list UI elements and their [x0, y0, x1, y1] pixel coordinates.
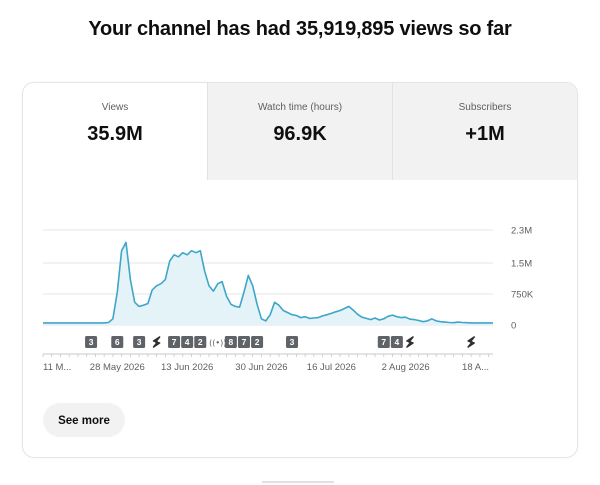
video-count-label: 8: [228, 337, 233, 347]
y-tick-label: 1.5M: [511, 259, 532, 270]
x-tick-label: 16 Jul 2026: [307, 362, 356, 373]
video-count-label: 7: [172, 337, 177, 347]
views-line: [43, 241, 493, 324]
tab-watch-time-label: Watch time (hours): [257, 102, 343, 113]
x-tick-label: 13 Jun 2026: [161, 362, 213, 373]
see-more-button[interactable]: See more: [43, 403, 125, 437]
metric-tabs: Views 35.9M Watch time (hours) 96.9K Sub…: [23, 83, 577, 180]
tab-subscribers-value: +1M: [465, 123, 505, 145]
x-tick-label: 18 A...: [462, 362, 489, 373]
live-stream-icon[interactable]: ((•)): [209, 339, 226, 348]
video-count-label: 6: [115, 337, 120, 347]
x-tick-label: 30 Jun 2026: [235, 362, 287, 373]
y-tick-label: 0: [511, 321, 516, 332]
shorts-icon[interactable]: [467, 336, 475, 348]
tab-views[interactable]: Views 35.9M: [23, 83, 207, 180]
x-tick-label: 2 Aug 2026: [382, 362, 430, 373]
analytics-card: Views 35.9M Watch time (hours) 96.9K Sub…: [22, 82, 578, 458]
bottom-divider: [262, 481, 334, 483]
video-count-label: 4: [395, 337, 400, 347]
y-tick-label: 750K: [511, 290, 534, 301]
page-headline: Your channel has had 35,919,895 views so…: [88, 18, 512, 40]
video-count-label: 3: [137, 337, 142, 347]
video-count-label: 7: [242, 337, 247, 347]
views-chart: 2.3M1.5M750K03 6 3 7 4 2 ((•)) 8 7 2 3 7 411 M... 28 …: [42, 226, 534, 373]
y-tick-label: 2.3M: [511, 226, 532, 237]
video-count-label: 3: [89, 337, 94, 347]
video-count-label: 7: [381, 337, 386, 347]
video-count-label: 4: [185, 337, 190, 347]
tab-views-label: Views: [101, 102, 129, 113]
shorts-icon[interactable]: [152, 336, 161, 348]
tab-subscribers-label: Subscribers: [458, 102, 512, 113]
x-tick-label: 28 May 2026: [90, 362, 145, 373]
tab-watch-time-value: 96.9K: [273, 123, 327, 145]
video-count-label: 3: [290, 337, 295, 347]
views-area: [43, 242, 493, 325]
shorts-icon[interactable]: [406, 336, 414, 348]
video-count-label: 2: [198, 337, 203, 347]
tab-views-value: 35.9M: [87, 123, 143, 145]
video-count-label: 2: [255, 337, 260, 347]
x-tick-label: 11 M...: [43, 362, 71, 373]
tab-subscribers[interactable]: Subscribers +1M: [392, 83, 577, 180]
tab-watch-time[interactable]: Watch time (hours) 96.9K: [207, 83, 392, 180]
